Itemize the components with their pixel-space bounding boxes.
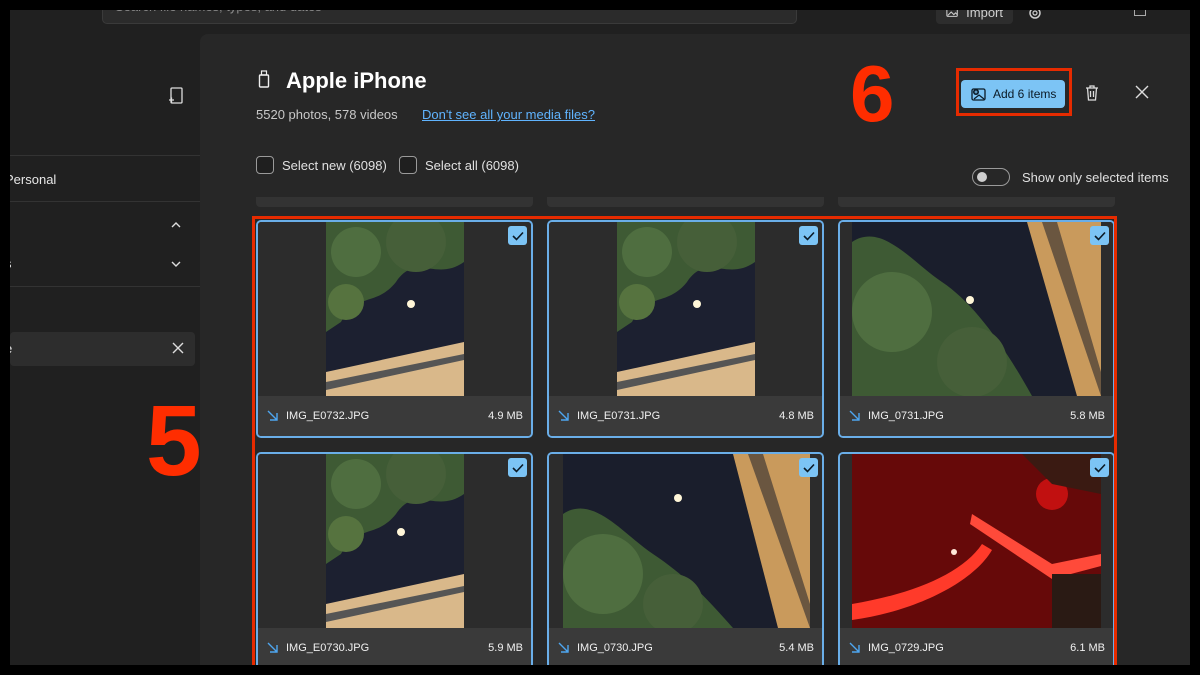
sidebar-divider [10, 201, 200, 202]
highlight-box-add [956, 68, 1072, 116]
show-selected-toggle[interactable] [972, 168, 1010, 186]
trash-icon[interactable] [1085, 84, 1099, 102]
search-input[interactable]: Search file names, types, and dates [102, 10, 797, 24]
image-icon [946, 10, 958, 17]
sidebar-divider [10, 286, 200, 287]
checkbox-box[interactable] [399, 156, 417, 174]
chevron-up-icon[interactable] [170, 219, 182, 231]
chevron-down-icon[interactable] [170, 258, 182, 270]
select-new-label: Select new (6098) [282, 157, 387, 173]
sidebar-divider [10, 155, 200, 156]
annotation-step-6: 6 [850, 49, 895, 138]
sidebar-item-personal[interactable]: Personal [10, 172, 56, 187]
checkbox-box[interactable] [256, 156, 274, 174]
show-selected-label: Show only selected items [1022, 169, 1169, 185]
device-title: Apple iPhone [286, 68, 427, 93]
usb-device-icon [258, 70, 270, 88]
media-count: 5520 photos, 578 videos [256, 107, 398, 122]
import-dialog: Apple iPhone 5520 photos, 578 videos Don… [146, 34, 1190, 665]
close-icon[interactable] [170, 340, 186, 356]
sidebar: Personal s e [10, 30, 202, 665]
sidebar-item-device-label: e [10, 341, 12, 356]
sidebar-item-collapsed[interactable]: s [10, 256, 12, 271]
select-all-checkbox[interactable]: Select all (6098) [399, 156, 519, 174]
previous-row-card [256, 197, 533, 207]
highlight-box-grid [252, 216, 1117, 665]
maximize-icon[interactable] [1134, 10, 1146, 16]
annotation-step-5: 5 [146, 385, 202, 497]
import-button-label: Import [966, 10, 1003, 20]
select-all-label: Select all (6098) [425, 157, 519, 173]
gear-icon[interactable] [1026, 10, 1044, 22]
sidebar-item-device[interactable] [10, 332, 195, 366]
show-selected-toggle-row[interactable]: Show only selected items [972, 168, 1169, 186]
new-album-icon[interactable] [168, 86, 186, 106]
missing-files-link[interactable]: Don't see all your media files? [422, 107, 595, 122]
import-button[interactable]: Import [936, 10, 1013, 24]
photos-app-window: Search file names, types, and dates Impo… [10, 10, 1190, 665]
select-new-checkbox[interactable]: Select new (6098) [256, 156, 387, 174]
previous-row-card [838, 197, 1115, 207]
close-icon[interactable] [1135, 85, 1149, 99]
previous-row-card [547, 197, 824, 207]
